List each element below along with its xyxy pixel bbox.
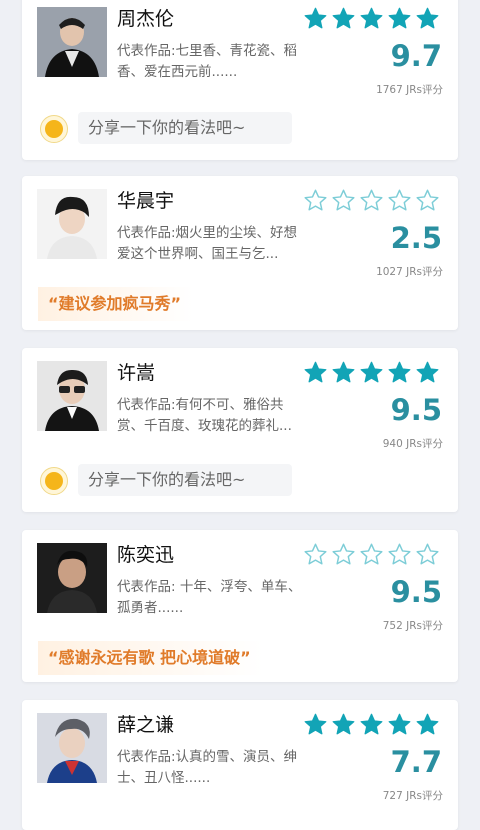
star-filled-icon[interactable] — [415, 6, 440, 31]
star-outline-icon[interactable] — [359, 542, 384, 567]
score-value: 2.5 — [390, 221, 442, 255]
star-filled-icon[interactable] — [387, 6, 412, 31]
comment-input[interactable]: 分享一下你的看法吧~ — [78, 464, 292, 496]
singer-name: 许嵩 — [117, 362, 156, 384]
singer-photo — [37, 189, 107, 259]
singer-photo — [37, 361, 107, 431]
star-filled-icon[interactable] — [303, 360, 328, 385]
singer-name: 华晨宇 — [117, 190, 175, 212]
star-outline-icon[interactable] — [331, 188, 356, 213]
singer-photo — [37, 543, 107, 613]
star-outline-icon[interactable] — [303, 188, 328, 213]
rating-count: 1767 JRs评分 — [376, 84, 443, 96]
star-outline-icon[interactable] — [331, 542, 356, 567]
featured-quote: “感谢永远有歌 把心境道破” — [38, 641, 263, 675]
representative-works: 代表作品:认真的雪、演员、绅士、丑八怪...... — [117, 749, 298, 786]
star-rating[interactable] — [303, 360, 440, 385]
comment-input[interactable]: 分享一下你的看法吧~ — [78, 112, 292, 144]
star-outline-icon[interactable] — [303, 542, 328, 567]
representative-works: 代表作品: 十年、浮夸、单车、孤勇者...... — [117, 579, 302, 616]
star-outline-icon[interactable] — [359, 188, 384, 213]
star-filled-icon[interactable] — [359, 712, 384, 737]
user-avatar-icon — [40, 115, 68, 143]
rating-count: 727 JRs评分 — [382, 790, 443, 802]
star-rating[interactable] — [303, 188, 440, 213]
star-filled-icon[interactable] — [331, 712, 356, 737]
star-filled-icon[interactable] — [359, 6, 384, 31]
representative-works: 代表作品:七里香、青花瓷、稻香、爱在西元前...... — [117, 43, 298, 80]
representative-works: 代表作品:烟火里的尘埃、好想爱这个世界啊、国王与乞... — [117, 225, 298, 262]
representative-works: 代表作品:有何不可、雅俗共赏、千百度、玫瑰花的葬礼... — [117, 397, 292, 434]
singer-card[interactable]: 周杰伦 代表作品:七里香、青花瓷、稻香、爱在西元前...... 9.7 1767… — [22, 0, 458, 160]
singer-name: 陈奕迅 — [117, 544, 175, 566]
star-outline-icon[interactable] — [415, 542, 440, 567]
singer-card[interactable]: 华晨宇 代表作品:烟火里的尘埃、好想爱这个世界啊、国王与乞... 2.5 102… — [22, 176, 458, 330]
star-filled-icon[interactable] — [387, 712, 412, 737]
star-filled-icon[interactable] — [303, 712, 328, 737]
star-outline-icon[interactable] — [387, 542, 412, 567]
singer-name: 周杰伦 — [117, 8, 175, 30]
featured-quote: “建议参加疯马秀” — [38, 287, 194, 321]
score-value: 9.5 — [390, 393, 442, 427]
star-rating[interactable] — [303, 712, 440, 737]
score-value: 9.5 — [390, 575, 442, 609]
star-outline-icon[interactable] — [415, 188, 440, 213]
singer-card[interactable]: 陈奕迅 代表作品: 十年、浮夸、单车、孤勇者...... 9.5 752 JRs… — [22, 530, 458, 682]
user-avatar-icon — [40, 467, 68, 495]
rating-count: 940 JRs评分 — [382, 438, 443, 450]
star-filled-icon[interactable] — [331, 6, 356, 31]
score-value: 9.7 — [390, 39, 442, 73]
rating-count: 752 JRs评分 — [382, 620, 443, 632]
star-filled-icon[interactable] — [415, 360, 440, 385]
star-filled-icon[interactable] — [415, 712, 440, 737]
star-outline-icon[interactable] — [387, 188, 412, 213]
comment-row: 分享一下你的看法吧~ — [38, 464, 442, 496]
star-rating[interactable] — [303, 6, 440, 31]
singer-card[interactable]: 许嵩 代表作品:有何不可、雅俗共赏、千百度、玫瑰花的葬礼... 9.5 940 … — [22, 348, 458, 512]
star-filled-icon[interactable] — [303, 6, 328, 31]
comment-row: 分享一下你的看法吧~ — [38, 112, 442, 144]
singer-photo — [37, 7, 107, 77]
rating-list: 周杰伦 代表作品:七里香、青花瓷、稻香、爱在西元前...... 9.7 1767… — [0, 0, 480, 830]
star-rating[interactable] — [303, 542, 440, 567]
rating-count: 1027 JRs评分 — [376, 266, 443, 278]
star-filled-icon[interactable] — [387, 360, 412, 385]
star-filled-icon[interactable] — [359, 360, 384, 385]
singer-photo — [37, 713, 107, 783]
score-value: 7.7 — [390, 745, 442, 779]
star-filled-icon[interactable] — [331, 360, 356, 385]
singer-card[interactable]: 薛之谦 代表作品:认真的雪、演员、绅士、丑八怪...... 7.7 727 JR… — [22, 700, 458, 830]
singer-name: 薛之谦 — [117, 714, 175, 736]
